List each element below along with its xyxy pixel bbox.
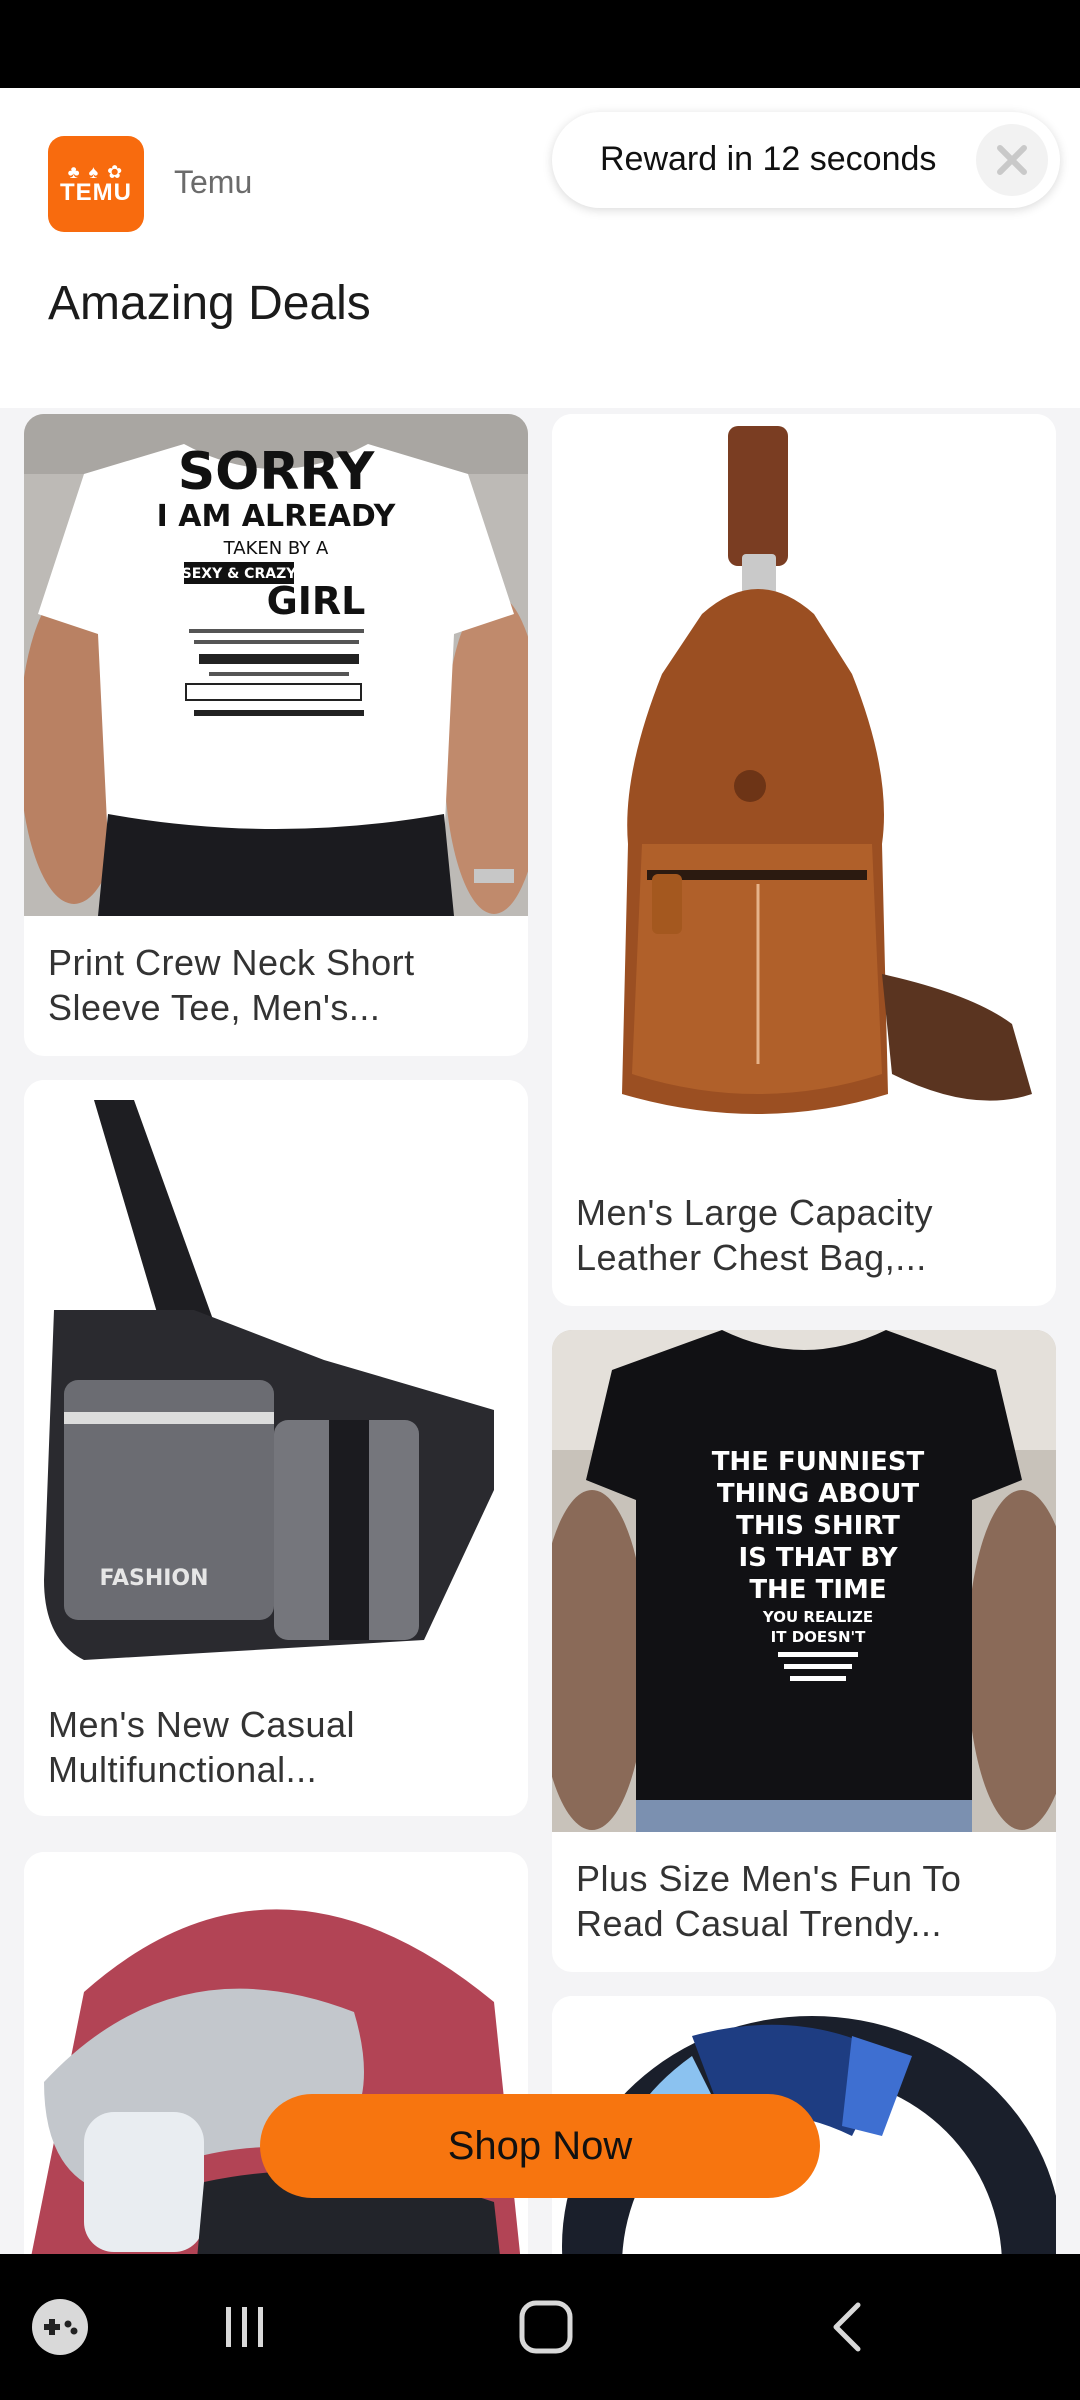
status-bar — [0, 0, 1080, 88]
ad-content[interactable]: ♣ ♠ ✿ TEMU Temu Amazing Deals Reward in … — [0, 88, 1080, 2254]
product-image-black-tee: THE FUNNIEST THING ABOUT THIS SHIRT IS T… — [552, 1330, 1056, 1832]
brand-name[interactable]: Temu — [174, 164, 252, 201]
product-card[interactable]: SORRY I AM ALREADY TAKEN BY A SEXY & CRA… — [24, 414, 528, 1056]
shirt-text-line: SORRY — [178, 442, 376, 502]
shirt-text-line: I AM ALREADY — [157, 499, 397, 534]
product-image-white-tee: SORRY I AM ALREADY TAKEN BY A SEXY & CRA… — [24, 414, 528, 916]
product-image-sling-bag: FASHION — [24, 1080, 528, 1680]
shirt-text-line: THING ABOUT — [717, 1479, 919, 1509]
shirt-text-line: THE TIME — [749, 1575, 886, 1605]
back-icon — [833, 2302, 861, 2352]
ad-header: ♣ ♠ ✿ TEMU Temu Amazing Deals Reward in … — [0, 88, 1080, 408]
recents-button[interactable] — [204, 2290, 284, 2364]
product-card[interactable]: FASHION Men's New Casual Multifunctional… — [24, 1080, 528, 1816]
reward-timer-text: Reward in 12 seconds — [600, 140, 937, 178]
shirt-text-line: IT DOESN'T — [771, 1628, 866, 1646]
product-card[interactable]: Men's Large Capacity Leather Chest Bag,.… — [552, 414, 1056, 1306]
reward-timer-pill: Reward in 12 seconds — [552, 112, 1060, 208]
system-nav-bar — [0, 2254, 1080, 2400]
home-button[interactable] — [506, 2290, 586, 2364]
close-ad-button[interactable] — [976, 124, 1048, 196]
ad-headline: Amazing Deals — [48, 277, 371, 330]
game-launcher-button[interactable] — [20, 2290, 100, 2364]
shirt-text-line: GIRL — [267, 579, 366, 623]
product-title[interactable]: Plus Size Men's Fun To Read Casual Trend… — [576, 1856, 1032, 1946]
close-icon — [997, 145, 1027, 175]
product-card[interactable]: THE FUNNIEST THING ABOUT THIS SHIRT IS T… — [552, 1330, 1056, 1972]
bag-brand-text: FASHION — [99, 1566, 208, 1591]
shop-now-button[interactable]: Shop Now — [260, 2094, 820, 2198]
shirt-text-line: YOU REALIZE — [762, 1608, 873, 1626]
gamepad-icon — [32, 2299, 88, 2355]
shirt-text-line: THE FUNNIEST — [712, 1447, 925, 1477]
product-image-leather-bag — [552, 414, 1056, 1166]
product-title[interactable]: Print Crew Neck Short Sleeve Tee, Men's.… — [48, 940, 504, 1030]
shirt-text-line: IS THAT BY — [738, 1543, 898, 1573]
logo-word: TEMU — [60, 179, 132, 206]
product-title[interactable]: Men's Large Capacity Leather Chest Bag,.… — [576, 1190, 1032, 1280]
product-title[interactable]: Men's New Casual Multifunctional... — [48, 1702, 504, 1792]
home-icon — [519, 2300, 573, 2354]
shirt-text-line: THIS SHIRT — [736, 1511, 900, 1541]
temu-logo[interactable]: ♣ ♠ ✿ TEMU — [48, 136, 144, 232]
shirt-text-line: TAKEN BY A — [223, 538, 329, 559]
recents-icon — [226, 2307, 263, 2347]
back-button[interactable] — [808, 2290, 888, 2364]
